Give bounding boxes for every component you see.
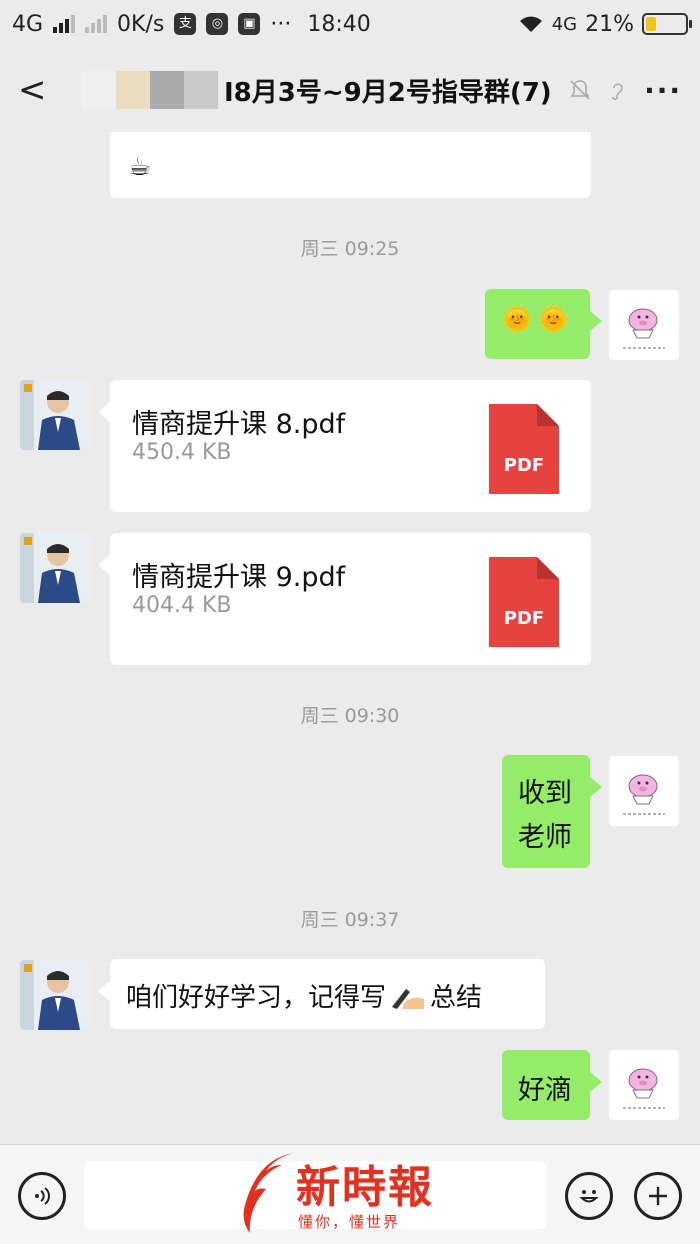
network-label: 4G [12,11,44,37]
signal-icon [53,15,76,33]
chat-title: I8月3号~9月2号指导群(7) [224,77,552,108]
voice-input-button[interactable] [18,1172,66,1220]
pdf-file-icon: PDF [489,404,559,494]
message-notification-icon: ▣ [238,13,261,35]
mute-icon [570,80,590,100]
network-type: 4G [551,13,578,35]
message-list: ☕ 周三 09:25 🌞🌞 情商提升课 8.pdf 450.4 KB PDF 情… [0,132,700,1144]
chat-header: < I8月3号~9月2号指导群(7) ··· [0,48,700,132]
feather-logo-icon [243,1153,294,1233]
teacher-avatar[interactable] [20,533,90,603]
timestamp: 周三 09:37 [300,909,400,931]
smiley-icon [579,1190,599,1203]
back-button[interactable]: < [18,70,62,110]
teacher-photo [20,960,90,1030]
timestamp: 周三 09:25 [300,238,400,260]
battery-percent: 21% [585,11,634,37]
self-message-bubble[interactable]: 收到 老师 [502,755,602,868]
message-text: 总结 [430,983,483,1013]
text-message-bubble[interactable]: 咱们好好学习，记得写 总结 [98,959,545,1029]
writing-hand-icon [392,988,425,1009]
input-bar: 新時報 懂你，懂世界 [0,1144,700,1244]
camera-notification-icon: ◎ [206,13,229,35]
teacher-avatar[interactable] [20,960,90,1030]
wifi-icon [519,16,542,32]
self-message-bubble[interactable]: 🌞🌞 [485,289,602,359]
blurred-group-name [82,71,218,109]
teacher-photo [20,380,90,450]
message-text: 好滴 [518,1075,572,1106]
emoji-button[interactable] [565,1172,613,1220]
more-actions-button[interactable] [634,1172,682,1220]
coffee-emoji: ☕ [128,152,152,182]
self-avatar[interactable] [609,1050,679,1120]
watermark-title: 新時報 [296,1162,434,1213]
more-notifications-icon: ··· [270,11,292,37]
watermark-subtitle: 懂你，懂世界 [298,1213,401,1231]
file-size: 450.4 KB [132,440,232,465]
alipay-notification-icon: 支 [174,13,197,35]
more-options-button[interactable]: ··· [644,74,682,107]
pig-avatar-icon [609,1050,679,1120]
message-bubble-partial[interactable]: ☕ [110,132,591,198]
self-avatar[interactable] [609,290,679,360]
pdf-file-icon: PDF [489,557,559,647]
message-text: 咱们好好学习，记得写 [126,983,387,1013]
file-message-bubble[interactable]: 情商提升课 8.pdf 450.4 KB PDF [98,380,591,512]
self-message-bubble[interactable]: 好滴 [502,1050,602,1120]
file-message-bubble[interactable]: 情商提升课 9.pdf 404.4 KB PDF [98,533,591,665]
battery-icon [642,13,692,35]
file-name: 情商提升课 9.pdf [132,562,346,593]
file-size: 404.4 KB [132,593,232,618]
clock: 18:40 [307,11,371,37]
plus-icon [649,1187,667,1205]
pig-avatar-icon [609,756,679,826]
file-name: 情商提升课 8.pdf [132,409,346,440]
timestamp: 周三 09:30 [300,705,400,727]
newspaper-watermark: 新時報 懂你，懂世界 [236,1149,476,1241]
status-bar: 4G 0K/s 支 ◎ ▣ ··· 18:40 4G 21% [0,0,700,48]
message-text: 收到 [518,778,572,809]
voice-icon [35,1187,50,1205]
earpiece-mode-icon [612,83,623,101]
self-avatar[interactable] [609,756,679,826]
network-speed: 0K/s [117,11,165,37]
sun-emoji: 🌞🌞 [501,305,574,335]
teacher-avatar[interactable] [20,380,90,450]
message-text: 老师 [518,822,572,853]
teacher-photo [20,533,90,603]
pig-avatar-icon [609,290,679,360]
signal-secondary-icon [85,15,108,33]
